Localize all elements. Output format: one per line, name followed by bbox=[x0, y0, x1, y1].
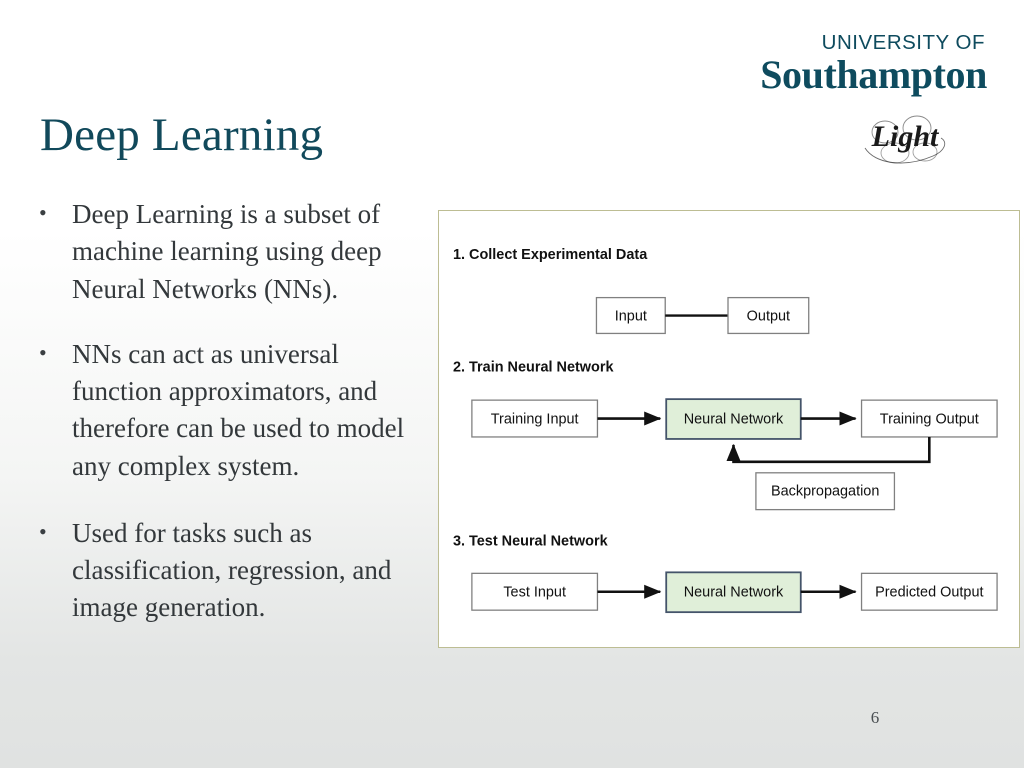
bullet-text: NNs can act as universal function approx… bbox=[72, 338, 405, 481]
node-predicted-output-label: Predicted Output bbox=[875, 585, 983, 601]
bullet-text: Used for tasks such as classification, r… bbox=[72, 517, 392, 623]
light-logo-text: Light bbox=[871, 120, 940, 153]
node-neural-network-train-label: Neural Network bbox=[684, 411, 784, 427]
section-3-heading: 3. Test Neural Network bbox=[453, 533, 609, 549]
bullet-marker-icon: • bbox=[39, 200, 47, 225]
bullet-text: Deep Learning is a subset of machine lea… bbox=[72, 199, 382, 304]
section-1-heading: 1. Collect Experimental Data bbox=[453, 247, 648, 263]
workflow-diagram: 1. Collect Experimental Data Input Outpu… bbox=[438, 210, 1020, 648]
page-title: Deep Learning bbox=[40, 109, 324, 161]
node-input-label: Input bbox=[615, 308, 647, 324]
light-script-logo: Light bbox=[855, 108, 955, 170]
node-backpropagation-label: Backpropagation bbox=[771, 484, 879, 500]
slide-canvas: UNIVERSITY OF Southampton Light Deep Lea… bbox=[0, 0, 1024, 768]
university-logo-line1: UNIVERSITY OF bbox=[821, 31, 985, 54]
bullet-marker-icon: • bbox=[39, 518, 47, 544]
university-logo-line2: Southampton bbox=[760, 51, 987, 97]
bullet-list: • Deep Learning is a subset of machine l… bbox=[34, 196, 434, 649]
node-neural-network-test-label: Neural Network bbox=[684, 585, 784, 601]
bullet-marker-icon: • bbox=[39, 339, 47, 365]
list-item: • Used for tasks such as classification,… bbox=[34, 515, 434, 627]
list-item: • Deep Learning is a subset of machine l… bbox=[34, 196, 434, 308]
section-2-heading: 2. Train Neural Network bbox=[453, 359, 615, 375]
node-test-input-label: Test Input bbox=[503, 585, 566, 601]
node-training-output-label: Training Output bbox=[880, 411, 979, 427]
node-output-label: Output bbox=[747, 308, 790, 324]
node-training-input-label: Training Input bbox=[491, 411, 579, 427]
university-of-southampton-logo: UNIVERSITY OF Southampton bbox=[735, 31, 987, 97]
list-item: • NNs can act as universal function appr… bbox=[34, 336, 434, 485]
arrow-backpropagation-feedback bbox=[726, 436, 931, 464]
slide-number: 6 bbox=[870, 708, 880, 727]
